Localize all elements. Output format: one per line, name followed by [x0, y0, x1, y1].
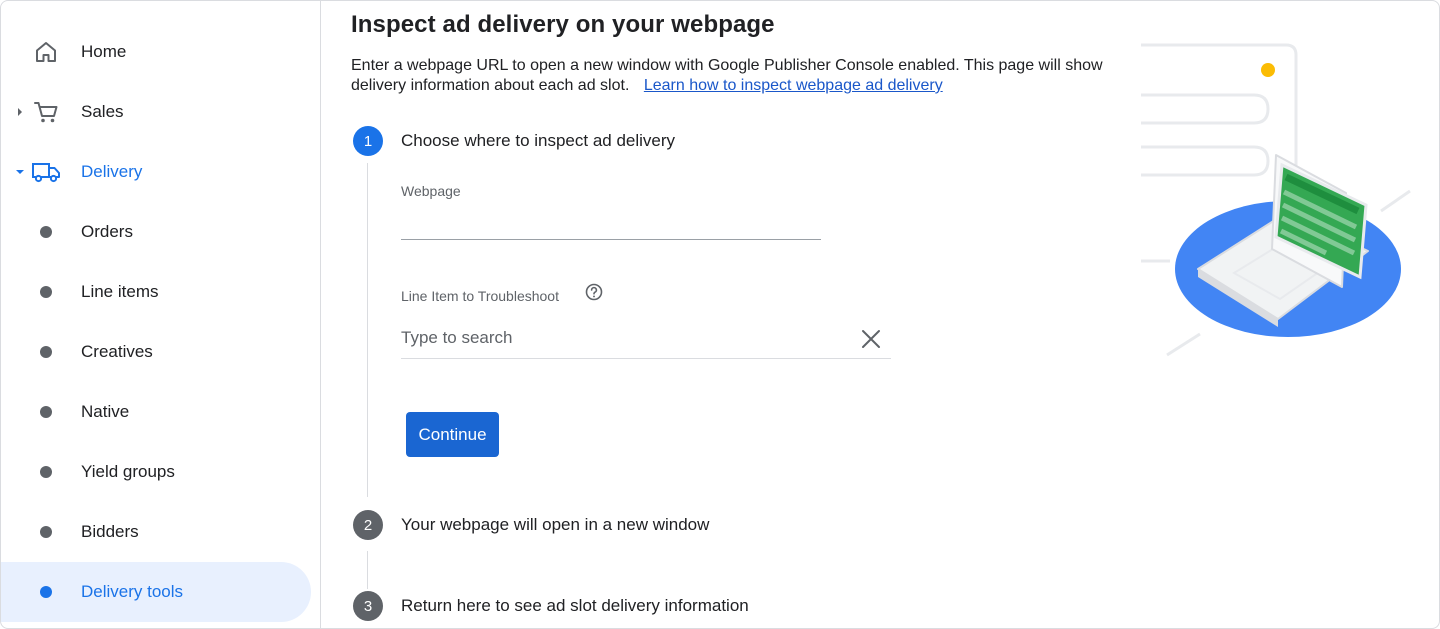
sidebar-item-yield-groups[interactable]: Yield groups: [1, 442, 311, 502]
step-connector: [367, 163, 368, 497]
bullet-icon: [40, 526, 52, 538]
sidebar-item-label: Creatives: [81, 342, 153, 361]
sidebar-item-orders[interactable]: Orders: [1, 202, 311, 262]
caret-right-icon[interactable]: [15, 107, 25, 117]
sidebar-item-label: Line items: [81, 282, 159, 301]
sidebar-item-label: Delivery tools: [81, 582, 184, 601]
sidebar-nav: Home Sales Delivery Orders Line items Cr…: [1, 1, 321, 628]
sidebar-item-bidders[interactable]: Bidders: [1, 502, 311, 562]
sidebar-item-label: Home: [81, 42, 127, 61]
sidebar-item-label: Bidders: [81, 522, 139, 541]
bullet-icon: [40, 286, 52, 298]
bullet-icon: [40, 226, 52, 238]
sidebar-item-label: Native: [81, 402, 130, 421]
step-connector: [367, 551, 368, 589]
sidebar-item-label: Delivery: [81, 162, 143, 181]
home-icon: [33, 39, 59, 65]
step-2-badge: 2: [353, 510, 383, 540]
line-item-field-label: Line Item to Troubleshoot: [401, 288, 559, 304]
sidebar-item-label: Yield groups: [81, 462, 175, 481]
caret-down-icon[interactable]: [15, 167, 25, 177]
sidebar-item-label: Orders: [81, 222, 133, 241]
step-1-label: Choose where to inspect ad delivery: [401, 131, 676, 150]
step-3-label: Return here to see ad slot delivery info…: [401, 596, 749, 615]
page-title: Inspect ad delivery on your webpage: [351, 11, 775, 38]
bullet-icon: [40, 466, 52, 478]
truck-icon: [31, 159, 61, 185]
learn-more-link[interactable]: Learn how to inspect webpage ad delivery: [644, 77, 943, 94]
help-icon[interactable]: [584, 282, 604, 302]
sidebar-item-home[interactable]: Home: [1, 22, 311, 82]
bullet-icon: [40, 586, 52, 598]
laptop-illustration: [1136, 37, 1426, 367]
bullet-icon: [40, 406, 52, 418]
sidebar-item-native[interactable]: Native: [1, 382, 311, 442]
line-item-search-input[interactable]: [401, 319, 841, 357]
step-2-label: Your webpage will open in a new window: [401, 515, 710, 534]
main-content: Inspect ad delivery on your webpage Ente…: [351, 1, 1111, 628]
sidebar-item-delivery-tools[interactable]: Delivery tools: [1, 562, 311, 622]
sidebar-item-sales[interactable]: Sales: [1, 82, 311, 142]
close-icon[interactable]: [859, 327, 883, 351]
cart-icon: [33, 99, 59, 125]
sidebar-item-delivery[interactable]: Delivery: [1, 142, 311, 202]
sidebar-item-creatives[interactable]: Creatives: [1, 322, 311, 382]
continue-button[interactable]: Continue: [406, 412, 499, 457]
bullet-icon: [40, 346, 52, 358]
sidebar-item-line-items[interactable]: Line items: [1, 262, 311, 322]
step-3-badge: 3: [353, 591, 383, 621]
sidebar-item-label: Sales: [81, 102, 124, 121]
line-item-search: [401, 319, 891, 359]
webpage-input[interactable]: [401, 205, 821, 240]
app-window: Home Sales Delivery Orders Line items Cr…: [0, 0, 1440, 629]
step-1-badge: 1: [353, 126, 383, 156]
page-description: Enter a webpage URL to open a new window…: [351, 56, 1111, 96]
webpage-field-label: Webpage: [401, 183, 461, 199]
